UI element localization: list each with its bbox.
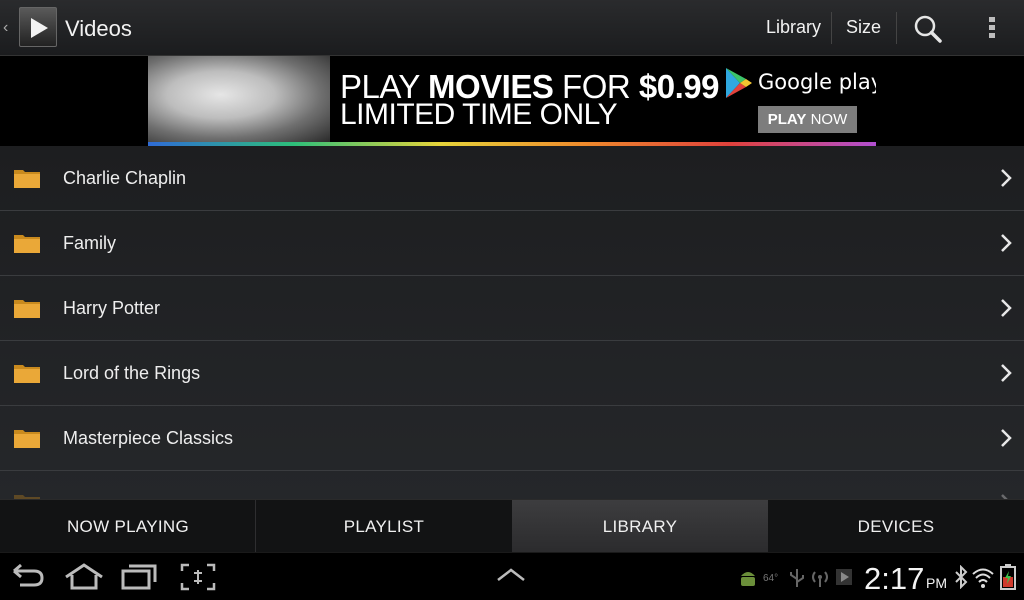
google-play-logo-icon <box>724 66 754 105</box>
tab-library[interactable]: LIBRARY <box>512 500 768 553</box>
recent-apps-icon[interactable] <box>120 563 158 596</box>
usb-icon <box>788 567 806 594</box>
library-button[interactable]: Library <box>766 17 821 38</box>
bluetooth-icon <box>954 564 968 594</box>
app-play-icon[interactable] <box>19 7 57 47</box>
cta-rest: NOW <box>806 111 848 128</box>
folder-label: Harry Potter <box>63 298 161 318</box>
ad-banner[interactable]: PLAY MOVIES FOR $0.99 LIMITED TIME ONLY … <box>148 56 876 146</box>
chevron-right-icon <box>1000 233 1012 258</box>
search-icon[interactable] <box>913 14 943 49</box>
folder-icon <box>13 362 41 389</box>
action-bar: ‹ Videos Library Size <box>0 0 1024 56</box>
size-button[interactable]: Size <box>846 17 881 38</box>
android-icon <box>738 567 758 594</box>
list-item[interactable]: Harry Potter <box>0 276 1024 341</box>
list-item[interactable]: Charlie Chaplin <box>0 146 1024 211</box>
folder-label: Family <box>63 233 116 253</box>
media-play-icon <box>835 567 853 592</box>
wifi-icon <box>971 565 995 594</box>
tab-playlist[interactable]: PLAYLIST <box>256 500 512 553</box>
system-bar: 64° 2:17 PM <box>0 552 1024 600</box>
folder-label: Lord of the Rings <box>63 363 201 383</box>
folder-list[interactable]: Charlie Chaplin Family Harry Potter Lord… <box>0 146 1024 499</box>
list-item[interactable]: Family <box>0 211 1024 276</box>
chevron-right-icon <box>1000 428 1012 453</box>
page-title: Videos <box>65 16 132 41</box>
hotspot-icon <box>809 567 831 594</box>
list-item[interactable]: Masterpiece Classics <box>0 406 1024 471</box>
list-item[interactable]: Lord of the Rings <box>0 341 1024 406</box>
cta-bold: PLAY <box>767 111 807 128</box>
chevron-right-icon <box>1000 363 1012 388</box>
folder-icon <box>13 297 41 324</box>
temperature-text: 64° <box>763 573 779 584</box>
clock-ampm: PM <box>926 575 947 591</box>
ad-price: $0.99 <box>638 68 720 105</box>
google-play-brand: Google play <box>758 70 876 94</box>
folder-label: Charlie Chaplin <box>63 168 187 188</box>
chevron-up-icon[interactable] <box>496 567 526 588</box>
folder-icon <box>13 167 41 194</box>
chevron-right-icon <box>1000 168 1012 193</box>
ad-subline: LIMITED TIME ONLY <box>340 98 618 131</box>
list-item[interactable] <box>0 471 1024 499</box>
divider <box>896 12 897 44</box>
folder-icon <box>13 492 41 499</box>
chevron-right-icon <box>1000 298 1012 323</box>
screenshot-icon[interactable] <box>180 563 216 596</box>
up-caret-icon[interactable]: ‹ <box>3 19 8 37</box>
back-icon[interactable] <box>10 563 46 596</box>
folder-icon <box>13 232 41 259</box>
play-now-button[interactable]: PLAY NOW <box>758 106 857 133</box>
home-icon[interactable] <box>63 563 105 596</box>
divider <box>831 12 832 44</box>
tab-devices[interactable]: DEVICES <box>768 500 1024 553</box>
folder-label: Masterpiece Classics <box>63 428 234 448</box>
ad-photo <box>148 56 330 142</box>
clock: 2:17 <box>864 561 925 596</box>
folder-icon <box>13 427 41 454</box>
overflow-menu-icon[interactable] <box>986 14 998 47</box>
tab-now-playing[interactable]: NOW PLAYING <box>0 500 256 553</box>
battery-icon <box>999 563 1017 596</box>
bottom-tab-bar: NOW PLAYING PLAYLIST LIBRARY DEVICES <box>0 499 1024 553</box>
